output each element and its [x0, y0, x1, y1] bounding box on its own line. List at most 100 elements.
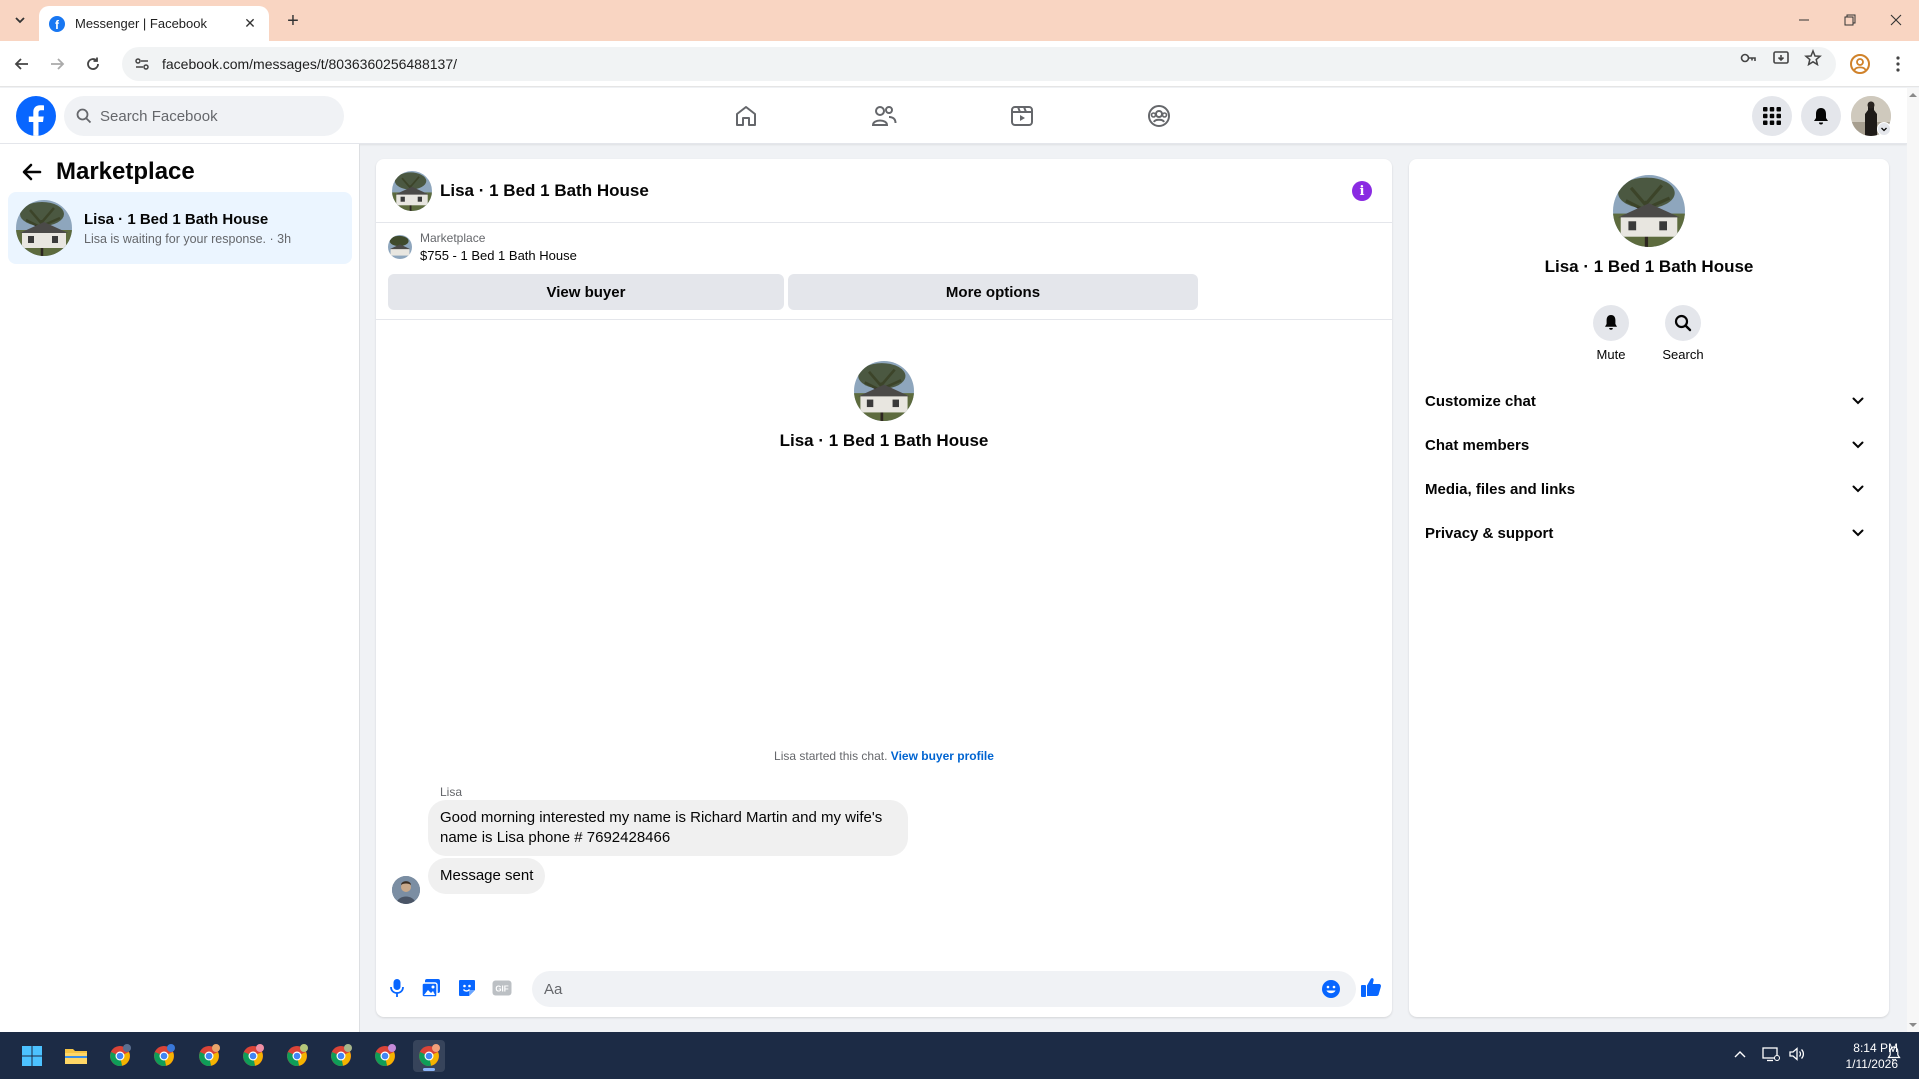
- nav-groups[interactable]: [1103, 88, 1215, 144]
- volume-icon[interactable]: [1787, 1044, 1807, 1064]
- chrome-profile-icon[interactable]: [281, 1040, 313, 1072]
- chrome-profile-icon[interactable]: [104, 1040, 136, 1072]
- restore-window-button[interactable]: [1827, 0, 1873, 40]
- message-input[interactable]: Aa: [532, 971, 1356, 1007]
- password-key-icon[interactable]: [1737, 47, 1759, 69]
- back-button[interactable]: [8, 50, 36, 78]
- chevron-down-icon: [1852, 397, 1864, 405]
- emoji-icon[interactable]: [1320, 978, 1342, 1000]
- file-explorer-icon[interactable]: [60, 1040, 92, 1072]
- chat-header-avatar[interactable]: [392, 170, 432, 211]
- chat-panel: Lisa · 1 Bed 1 Bath House i Marketplace …: [376, 159, 1392, 1017]
- chrome-profile-icon[interactable]: [148, 1040, 180, 1072]
- nav-friends[interactable]: [828, 88, 940, 144]
- section-label: Chat members: [1425, 436, 1530, 454]
- section-label: Customize chat: [1425, 392, 1536, 410]
- sender-avatar[interactable]: [392, 876, 420, 904]
- chrome-profile-icon[interactable]: [237, 1040, 269, 1072]
- forward-button[interactable]: [43, 50, 71, 78]
- thumbs-up-icon[interactable]: [1360, 976, 1382, 998]
- chrome-active-window-icon[interactable]: [413, 1040, 445, 1072]
- bell-icon: [1593, 305, 1629, 341]
- network-icon[interactable]: [1761, 1044, 1781, 1064]
- message-sender-name: Lisa: [440, 785, 463, 799]
- message-bubble[interactable]: Message sent: [428, 858, 546, 894]
- chrome-profile-icon[interactable]: [369, 1040, 401, 1072]
- facebook-header: Search Facebook: [0, 88, 1907, 144]
- photo-icon[interactable]: [420, 977, 442, 999]
- bookmark-star-icon[interactable]: [1802, 47, 1824, 69]
- chrome-profile-icon[interactable]: [193, 1040, 225, 1072]
- marketplace-listing[interactable]: Marketplace $755 - 1 Bed 1 Bath House: [388, 231, 577, 263]
- tab-search-button[interactable]: [8, 8, 32, 32]
- notification-bell-icon[interactable]: [1884, 1044, 1904, 1064]
- mute-button[interactable]: Mute: [1576, 305, 1646, 362]
- url-text: facebook.com/messages/t/8036360256488137…: [162, 56, 457, 72]
- info-avatar[interactable]: [1613, 175, 1685, 247]
- browser-tab-active[interactable]: f Messenger | Facebook ✕: [39, 6, 269, 41]
- address-bar[interactable]: facebook.com/messages/t/8036360256488137…: [122, 47, 1836, 81]
- account-chevron-down-icon[interactable]: [1877, 122, 1891, 136]
- menu-grid-icon: [1763, 107, 1781, 125]
- close-tab-icon[interactable]: ✕: [241, 15, 259, 33]
- customize-chat-section[interactable]: Customize chat: [1425, 383, 1873, 419]
- more-options-button[interactable]: More options: [788, 274, 1198, 310]
- facebook-logo-icon[interactable]: [16, 96, 56, 136]
- search-in-chat-button[interactable]: Search: [1648, 305, 1718, 362]
- chat-members-section[interactable]: Chat members: [1425, 427, 1873, 463]
- scroll-down-icon[interactable]: [1907, 1020, 1919, 1030]
- intro-avatar[interactable]: [854, 361, 914, 421]
- bell-icon: [1814, 108, 1828, 125]
- conversation-info-panel: Lisa · 1 Bed 1 Bath House Mute Search Cu…: [1409, 159, 1889, 1017]
- chevron-down-icon: [1852, 441, 1864, 449]
- media-files-links-section[interactable]: Media, files and links: [1425, 471, 1873, 507]
- search-label: Search: [1662, 347, 1704, 362]
- browser-profile-icon[interactable]: [1849, 53, 1871, 75]
- back-arrow-icon[interactable]: [20, 160, 44, 184]
- message-bubble[interactable]: Good morning interested my name is Richa…: [428, 800, 908, 856]
- listing-title: $755 - 1 Bed 1 Bath House: [420, 248, 577, 263]
- browser-menu-icon[interactable]: [1887, 53, 1909, 75]
- active-indicator: [423, 1068, 435, 1071]
- reload-button[interactable]: [79, 50, 107, 78]
- browser-tab-strip: f Messenger | Facebook ✕ +: [0, 0, 1919, 41]
- gif-icon[interactable]: GIF: [491, 977, 513, 999]
- nav-home[interactable]: [690, 88, 802, 144]
- chevron-up-icon[interactable]: [1732, 1044, 1748, 1064]
- conversation-list-item[interactable]: Lisa · 1 Bed 1 Bath House Lisa is waitin…: [8, 192, 352, 264]
- minimize-icon: [1799, 19, 1809, 21]
- chrome-profile-icon[interactable]: [325, 1040, 357, 1072]
- facebook-search-input[interactable]: Search Facebook: [64, 96, 344, 136]
- notifications-button[interactable]: [1801, 96, 1841, 136]
- new-tab-button[interactable]: +: [281, 9, 305, 33]
- microphone-icon[interactable]: [386, 977, 408, 999]
- arrow-left-icon: [14, 58, 28, 70]
- page-scrollbar[interactable]: [1907, 88, 1919, 1032]
- reload-icon: [87, 57, 99, 70]
- groups-icon: [1148, 105, 1170, 127]
- close-window-button[interactable]: [1873, 0, 1919, 40]
- info-icon[interactable]: i: [1352, 181, 1372, 201]
- view-buyer-profile-link[interactable]: View buyer profile: [891, 749, 994, 763]
- listing-thumbnail: [388, 235, 412, 259]
- windows-start-icon[interactable]: [16, 1040, 48, 1072]
- left-panel-header: Marketplace: [20, 158, 195, 186]
- info-profile: Lisa · 1 Bed 1 Bath House: [1409, 175, 1889, 277]
- browser-toolbar: facebook.com/messages/t/8036360256488137…: [0, 41, 1919, 87]
- install-app-icon[interactable]: [1770, 47, 1792, 69]
- view-buyer-button[interactable]: View buyer: [388, 274, 784, 310]
- chat-header-name[interactable]: Lisa · 1 Bed 1 Bath House: [440, 181, 649, 201]
- scroll-up-icon[interactable]: [1907, 90, 1919, 100]
- chat-header: Lisa · 1 Bed 1 Bath House i: [376, 159, 1392, 223]
- site-settings-icon[interactable]: [134, 56, 150, 72]
- menu-grid-button[interactable]: [1752, 96, 1792, 136]
- nav-video[interactable]: [966, 88, 1078, 144]
- sticker-icon[interactable]: [456, 977, 478, 999]
- tab-title: Messenger | Facebook: [75, 16, 207, 31]
- minimize-window-button[interactable]: [1781, 0, 1827, 40]
- video-icon: [1011, 106, 1033, 126]
- divider: [376, 319, 1392, 320]
- info-name: Lisa · 1 Bed 1 Bath House: [1544, 257, 1754, 276]
- privacy-support-section[interactable]: Privacy & support: [1425, 515, 1873, 551]
- message-composer: GIF Aa: [376, 967, 1392, 1017]
